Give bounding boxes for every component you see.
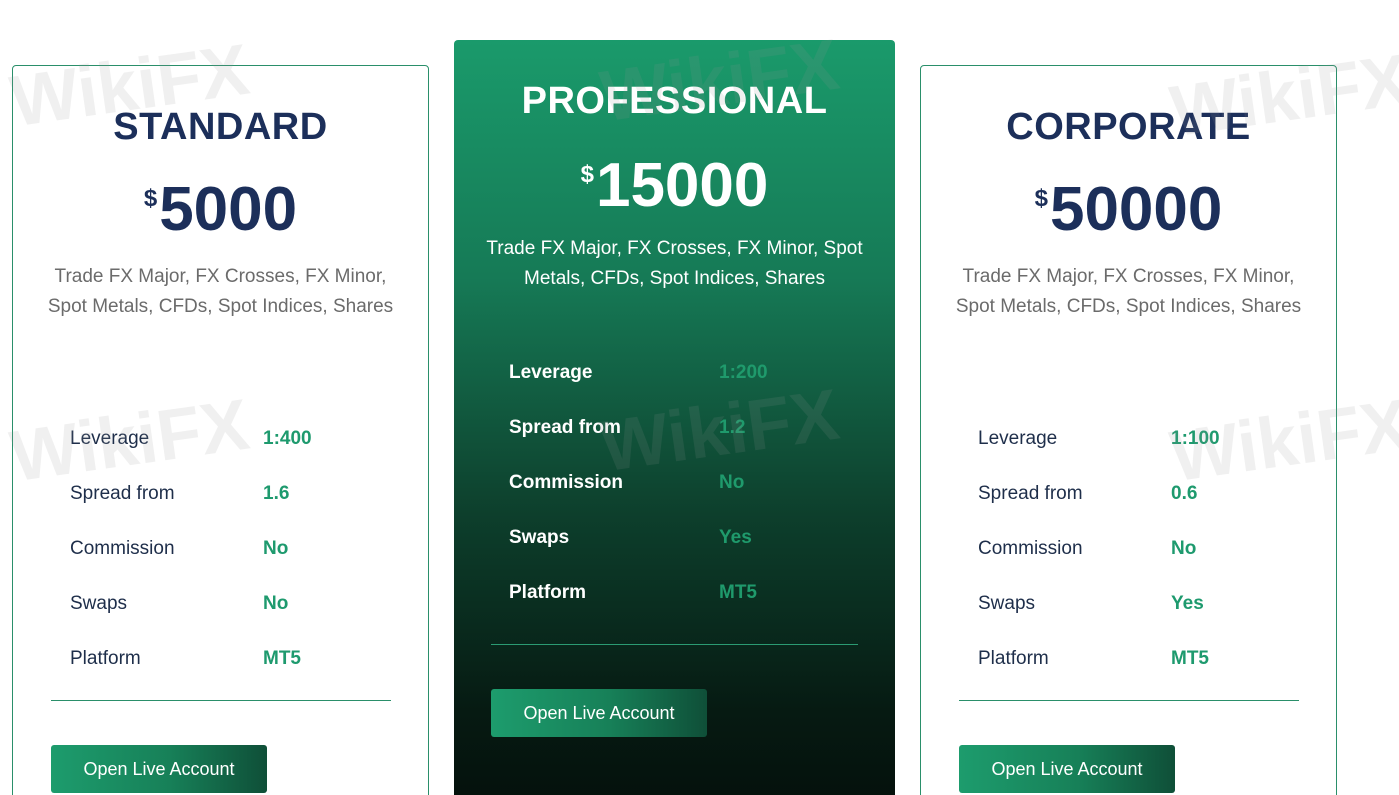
- spec-row-spread: Spread from 0.6: [978, 466, 1220, 521]
- open-live-account-button[interactable]: Open Live Account: [51, 745, 267, 793]
- open-live-account-button[interactable]: Open Live Account: [959, 745, 1175, 793]
- spec-row-swaps: Swaps Yes: [978, 576, 1220, 631]
- spec-label: Commission: [978, 538, 1083, 559]
- spec-list: Leverage 1:200 Spread from 1.2 Commission N…: [509, 345, 768, 620]
- spec-value: 1.6: [263, 483, 290, 504]
- spec-row-spread: Spread from 1.6: [70, 466, 312, 521]
- spec-value: MT5: [1171, 648, 1209, 669]
- plan-card-standard: STANDARD $5000 Trade FX Major, FX Crosse…: [12, 65, 429, 795]
- spec-value: 1:200: [719, 362, 768, 383]
- currency-symbol: $: [143, 185, 158, 212]
- spec-label: Leverage: [70, 428, 150, 449]
- spec-row-spread: Spread from 1.2: [509, 400, 768, 455]
- spec-row-platform: Platform MT5: [509, 565, 768, 620]
- spec-value: No: [719, 472, 745, 493]
- open-live-account-button[interactable]: Open Live Account: [491, 689, 707, 737]
- plan-description: Trade FX Major, FX Crosses, FX Minor, Sp…: [47, 266, 394, 317]
- plan-name: STANDARD: [113, 106, 328, 148]
- spec-value: Yes: [1171, 593, 1204, 614]
- price-amount: 15000: [595, 151, 769, 220]
- spec-value: 1.2: [719, 417, 746, 438]
- spec-label: Swaps: [978, 593, 1036, 614]
- spec-value: No: [1171, 538, 1197, 559]
- pricing-page: STANDARD $5000 Trade FX Major, FX Crosse…: [0, 0, 1399, 795]
- spec-label: Leverage: [978, 428, 1058, 449]
- spec-row-commission: Commission No: [70, 521, 312, 576]
- spec-value: 1:100: [1171, 428, 1220, 449]
- spec-value: MT5: [719, 582, 757, 603]
- spec-label: Platform: [70, 648, 141, 669]
- spec-value: No: [263, 593, 289, 614]
- spec-value: 1:400: [263, 428, 312, 449]
- spec-label: Swaps: [509, 527, 570, 548]
- spec-value: Yes: [719, 527, 752, 548]
- spec-value: 0.6: [1171, 483, 1198, 504]
- spec-value: No: [263, 538, 289, 559]
- currency-symbol: $: [1034, 185, 1048, 212]
- plan-card-corporate: CORPORATE $50000 Trade FX Major, FX Cros…: [920, 65, 1337, 795]
- plan-price: $5000: [13, 179, 428, 241]
- spec-label: Swaps: [70, 593, 128, 614]
- spec-list: Leverage 1:100 Spread from 0.6 Commission N…: [978, 411, 1220, 686]
- spec-label: Platform: [509, 582, 587, 603]
- plan-name: CORPORATE: [1006, 106, 1251, 148]
- spec-label: Leverage: [509, 362, 593, 383]
- spec-row-leverage: Leverage 1:400: [70, 411, 312, 466]
- plan-price: $15000: [454, 155, 895, 217]
- spec-row-commission: Commission No: [509, 455, 768, 510]
- divider: [491, 644, 858, 645]
- spec-row-platform: Platform MT5: [978, 631, 1220, 686]
- plan-description: Trade FX Major, FX Crosses, FX Minor, Sp…: [955, 266, 1302, 317]
- spec-row-swaps: Swaps Yes: [509, 510, 768, 565]
- divider: [51, 700, 391, 701]
- currency-symbol: $: [580, 161, 594, 188]
- spec-row-swaps: Swaps No: [70, 576, 312, 631]
- plan-card-professional: PROFESSIONAL $15000 Trade FX Major, FX C…: [454, 40, 895, 795]
- spec-row-platform: Platform MT5: [70, 631, 312, 686]
- spec-list: Leverage 1:400 Spread from 1.6 Commission N…: [70, 411, 312, 686]
- plan-description: Trade FX Major, FX Crosses, FX Minor, Sp…: [486, 238, 863, 289]
- plan-price: $50000: [921, 179, 1336, 241]
- spec-label: Commission: [509, 472, 624, 493]
- plan-name: PROFESSIONAL: [521, 80, 828, 122]
- spec-value: MT5: [263, 648, 301, 669]
- spec-label: Spread from: [70, 483, 175, 504]
- spec-label: Spread from: [509, 417, 621, 438]
- divider: [959, 700, 1299, 701]
- price-amount: 50000: [1049, 175, 1223, 244]
- spec-label: Spread from: [978, 483, 1083, 504]
- spec-label: Commission: [70, 538, 175, 559]
- spec-row-leverage: Leverage 1:100: [978, 411, 1220, 466]
- spec-row-leverage: Leverage 1:200: [509, 345, 768, 400]
- spec-label: Platform: [978, 648, 1049, 669]
- price-amount: 5000: [159, 175, 298, 244]
- spec-row-commission: Commission No: [978, 521, 1220, 576]
